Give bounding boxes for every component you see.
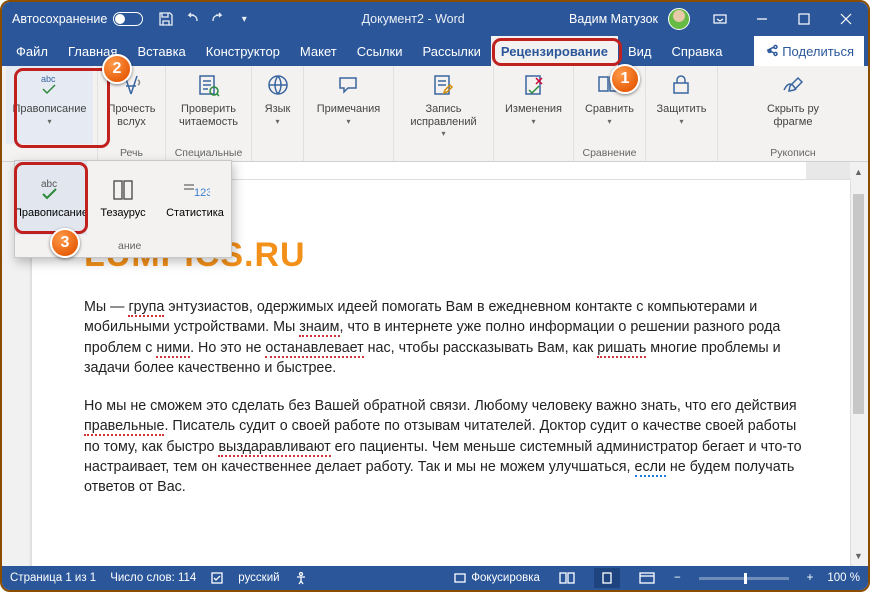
tab-view[interactable]: Вид <box>618 36 662 66</box>
user-name[interactable]: Вадим Матузок <box>569 12 658 26</box>
group-special: Специальные <box>166 144 251 161</box>
status-proof-icon[interactable] <box>210 571 224 585</box>
scroll-thumb[interactable] <box>853 194 864 414</box>
spelling-icon: abc <box>34 70 64 100</box>
readability-button[interactable]: Проверить читаемость <box>173 66 244 144</box>
save-icon[interactable] <box>153 6 179 32</box>
view-web-icon[interactable] <box>634 568 660 588</box>
scroll-down-icon[interactable]: ▼ <box>851 548 866 564</box>
status-words[interactable]: Число слов: 114 <box>110 572 196 584</box>
readability-icon <box>193 70 223 100</box>
redo-icon[interactable] <box>205 6 231 32</box>
doc-title: Документ2 - Word <box>257 12 569 26</box>
svg-text:abc: abc <box>41 74 56 84</box>
dd-spelling-grammar[interactable]: abc Правописание <box>15 161 87 235</box>
badge-2: 2 <box>102 54 132 84</box>
tab-insert[interactable]: Вставка <box>127 36 195 66</box>
autosave-toggle[interactable]: Автосохранение <box>2 12 153 26</box>
badge-1: 1 <box>610 64 640 94</box>
svg-text:abc: abc <box>41 179 57 190</box>
status-page[interactable]: Страница 1 из 1 <box>10 572 96 584</box>
paragraph-1: Мы — група энтузиастов, одержимых идеей … <box>84 297 812 378</box>
changes-icon <box>519 70 549 100</box>
close-button[interactable] <box>826 2 866 36</box>
group-ink: Рукописн <box>718 144 868 161</box>
titlebar: Автосохранение ▾ Документ2 - Word Вадим … <box>2 2 868 36</box>
qat-dropdown-icon[interactable]: ▾ <box>231 6 257 32</box>
zoom-in-button[interactable]: + <box>807 572 814 584</box>
status-accessibility-icon[interactable] <box>294 571 308 585</box>
minimize-button[interactable] <box>742 2 782 36</box>
ribbon-tabs: Файл Главная Вставка Конструктор Макет С… <box>2 36 868 66</box>
track-changes-icon <box>428 70 458 100</box>
autosave-label: Автосохранение <box>12 12 107 26</box>
status-focus[interactable]: Фокусировка <box>453 571 540 585</box>
status-bar: Страница 1 из 1 Число слов: 114 русский … <box>2 566 868 590</box>
spelling-button[interactable]: abc Правописание▾ <box>6 66 92 144</box>
maximize-button[interactable] <box>784 2 824 36</box>
status-language[interactable]: русский <box>238 572 279 584</box>
badge-3: 3 <box>50 228 80 258</box>
ribbon: abc Правописание▾ Прочесть вслух Речь Пр… <box>2 66 868 162</box>
group-speech: Речь <box>98 144 165 161</box>
view-print-icon[interactable] <box>594 568 620 588</box>
zoom-out-button[interactable]: − <box>674 572 681 584</box>
comments-button[interactable]: Примечания▾ <box>311 66 387 144</box>
share-button[interactable]: Поделиться <box>754 36 864 66</box>
tab-review[interactable]: Рецензирование <box>491 36 618 66</box>
vertical-scrollbar[interactable]: ▲ ▼ <box>851 164 866 564</box>
protect-icon <box>666 70 696 100</box>
language-button[interactable]: Язык▾ <box>257 66 299 144</box>
hide-ink-icon <box>778 70 808 100</box>
group-compare: Сравнение <box>574 144 645 161</box>
view-read-icon[interactable] <box>554 568 580 588</box>
avatar[interactable] <box>668 8 690 30</box>
comments-icon <box>333 70 363 100</box>
svg-text:123: 123 <box>194 187 210 199</box>
hide-ink-button[interactable]: Скрыть ру фрагме <box>761 66 825 144</box>
tab-design[interactable]: Конструктор <box>196 36 290 66</box>
tab-help[interactable]: Справка <box>662 36 733 66</box>
spelling-dropdown: abc Правописание Тезаурус 123 Статистика… <box>14 160 232 258</box>
tab-file[interactable]: Файл <box>6 36 58 66</box>
zoom-level[interactable]: 100 % <box>827 572 860 584</box>
toggle-switch-icon[interactable] <box>113 12 143 26</box>
undo-icon[interactable] <box>179 6 205 32</box>
ribbon-options-icon[interactable] <box>700 2 740 36</box>
tab-references[interactable]: Ссылки <box>347 36 413 66</box>
paragraph-2: Но мы не сможем это сделать без Вашей об… <box>84 396 812 497</box>
tab-mailings[interactable]: Рассылки <box>412 36 490 66</box>
scroll-up-icon[interactable]: ▲ <box>851 164 866 180</box>
dd-caption: Прание <box>15 235 231 257</box>
changes-button[interactable]: Изменения▾ <box>499 66 568 144</box>
protect-button[interactable]: Защитить▾ <box>651 66 713 144</box>
track-changes-button[interactable]: Запись исправлений▾ <box>404 66 482 144</box>
dd-thesaurus[interactable]: Тезаурус <box>87 161 159 235</box>
tab-layout[interactable]: Макет <box>290 36 347 66</box>
zoom-slider[interactable] <box>699 577 789 580</box>
dd-statistics[interactable]: 123 Статистика <box>159 161 231 235</box>
language-icon <box>263 70 293 100</box>
